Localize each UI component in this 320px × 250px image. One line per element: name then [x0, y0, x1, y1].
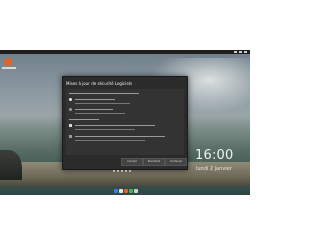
app-icon[interactable] [129, 189, 133, 193]
option-desc-2 [75, 113, 125, 114]
option-desc-1 [75, 103, 130, 104]
terminal-icon[interactable] [134, 189, 138, 193]
step-dot [129, 170, 131, 172]
installer-icon[interactable] [124, 189, 128, 193]
files-icon[interactable] [114, 189, 118, 193]
desktop-icon-label [2, 67, 16, 69]
volume-icon[interactable] [239, 51, 242, 53]
option-label-1 [75, 99, 115, 100]
step-dot [121, 170, 123, 172]
power-icon[interactable] [244, 51, 247, 53]
network-icon[interactable] [234, 51, 237, 53]
option-label-2 [75, 109, 113, 110]
option-radio-1[interactable] [69, 98, 72, 101]
step-dot [113, 170, 115, 172]
system-tray[interactable] [217, 50, 247, 54]
option-checkbox-2[interactable] [69, 135, 72, 138]
dialog-title: Mises à jour de sécurité Logiciels [66, 81, 133, 86]
browser-icon[interactable] [119, 189, 123, 193]
desktop-wallpaper: Mises à jour de sécurité Logiciels Annul… [0, 50, 250, 195]
option-checkbox-1[interactable] [69, 124, 72, 127]
continue-button[interactable]: Continuer [165, 158, 187, 166]
other-options-heading [69, 119, 99, 120]
ubuntu-logo-icon[interactable] [4, 58, 12, 66]
rock [0, 150, 22, 180]
section-heading [69, 93, 139, 94]
clock-date: lundi 2 janvier [196, 166, 232, 172]
back-button[interactable]: Précédent [143, 158, 165, 166]
checkbox-desc-1 [75, 129, 135, 130]
step-indicator [113, 170, 131, 172]
top-panel [0, 50, 250, 54]
install-dialog: Mises à jour de sécurité Logiciels Annul… [62, 76, 188, 170]
checkbox-desc-2 [75, 140, 145, 141]
step-dot [125, 170, 127, 172]
cancel-button[interactable]: Annuler [121, 158, 143, 166]
dock [104, 188, 148, 194]
option-radio-2[interactable] [69, 108, 72, 111]
dialog-body [66, 89, 184, 155]
checkbox-label-1 [75, 125, 155, 126]
checkbox-label-2 [75, 136, 165, 137]
step-dot [117, 170, 119, 172]
clock-time: 16:00 [195, 148, 234, 163]
